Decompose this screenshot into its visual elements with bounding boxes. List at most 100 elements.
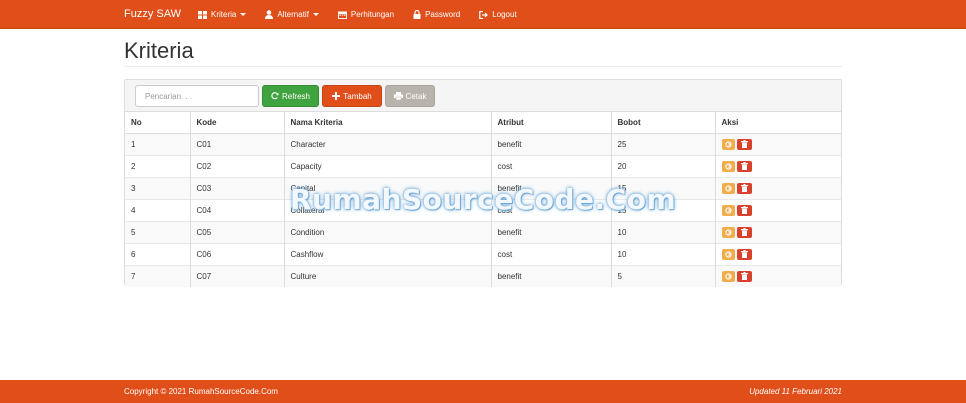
table-row: 6 C06 Cashflow cost 10 — [125, 242, 841, 265]
plus-icon — [332, 92, 341, 100]
trash-icon — [740, 228, 748, 236]
lock-icon — [413, 10, 421, 19]
edit-icon — [724, 273, 732, 280]
edit-icon — [724, 250, 732, 258]
trash-icon — [740, 162, 748, 170]
delete-button[interactable] — [736, 248, 752, 260]
trash-icon — [740, 250, 748, 258]
print-button[interactable]: Cetak — [385, 85, 435, 107]
refresh-button[interactable]: Refresh — [262, 85, 319, 107]
table-cell: benefit — [491, 264, 612, 287]
action-cell — [715, 154, 841, 177]
delete-button[interactable] — [736, 160, 752, 172]
chevron-down-icon — [312, 13, 319, 16]
chevron-down-icon — [240, 13, 247, 16]
refresh-icon — [271, 92, 279, 100]
table-cell: 3 — [125, 176, 191, 199]
nav-item-label: Alternatif — [277, 10, 309, 19]
action-cell — [715, 132, 841, 155]
table-cell: 2 — [125, 154, 191, 177]
brand[interactable]: Fuzzy SAW — [124, 0, 181, 29]
nav-item-label: Logout — [492, 10, 517, 19]
column-header: Kode — [190, 112, 285, 134]
nav-item-kriteria[interactable]: Kriteria — [198, 0, 247, 29]
table-cell: Cashflow — [284, 242, 492, 265]
table-cell: C05 — [190, 220, 285, 243]
table-row: 3 C03 Capital benefit 15 — [125, 176, 841, 199]
title-divider — [124, 66, 842, 67]
nav-item-perhitungan[interactable]: Perhitungan — [337, 0, 395, 29]
edit-icon — [724, 162, 732, 170]
page-title: Kriteria — [124, 38, 194, 63]
table-cell: 10 — [611, 242, 716, 265]
delete-button[interactable] — [736, 204, 752, 216]
edit-button[interactable] — [721, 226, 735, 238]
delete-button[interactable] — [736, 138, 752, 150]
print-icon — [393, 92, 403, 100]
edit-icon — [724, 140, 732, 148]
table-cell: Character — [284, 132, 492, 155]
table-cell: Capacity — [284, 154, 492, 177]
grid-icon — [198, 10, 207, 19]
table-cell: benefit — [491, 132, 612, 155]
action-cell — [715, 176, 841, 199]
user-icon — [265, 10, 274, 19]
table-cell: 15 — [611, 176, 716, 199]
edit-button[interactable] — [721, 160, 735, 172]
column-header: Bobot — [611, 112, 716, 134]
main-nav: Kriteria Alternatif Perhitungan Password — [198, 0, 536, 29]
table-row: 5 C05 Condition benefit 10 — [125, 220, 841, 243]
edit-button[interactable] — [721, 204, 735, 216]
action-cell — [715, 264, 841, 287]
edit-button[interactable] — [721, 138, 735, 150]
criteria-panel: Refresh Tambah Cetak No Kode Nama Kriter… — [124, 79, 842, 287]
edit-icon — [724, 206, 732, 214]
table-cell: 20 — [611, 154, 716, 177]
table-body: 1 C01 Character benefit 25 2 C02 Capacity cost 20… — [125, 132, 841, 287]
action-cell — [715, 220, 841, 243]
edit-button[interactable] — [721, 270, 735, 282]
column-header: Nama Kriteria — [284, 112, 492, 134]
calendar-icon — [337, 11, 347, 19]
table-cell: Collateral — [284, 198, 492, 221]
table-cell: Capital — [284, 176, 492, 199]
delete-button[interactable] — [736, 226, 752, 238]
criteria-table: No Kode Nama Kriteria Atribut Bobot Aksi… — [125, 112, 841, 287]
trash-icon — [740, 272, 748, 281]
add-button[interactable]: Tambah — [322, 85, 382, 107]
refresh-label: Refresh — [281, 91, 310, 101]
table-cell: Culture — [284, 264, 492, 287]
nav-item-alternatif[interactable]: Alternatif — [265, 0, 319, 29]
table-cell: 4 — [125, 198, 191, 221]
table-row: 4 C04 Collateral cost 15 — [125, 198, 841, 221]
copyright-text: Copyright © 2021 RumahSourceCode.Com — [124, 387, 278, 396]
table-cell: C03 — [190, 176, 285, 199]
column-header: No — [125, 112, 191, 134]
action-cell — [715, 242, 841, 265]
table-cell: 10 — [611, 220, 716, 243]
table-cell: C07 — [190, 264, 285, 287]
table-cell: 5 — [125, 220, 191, 243]
table-cell: Condition — [284, 220, 492, 243]
edit-button[interactable] — [721, 248, 735, 260]
print-label: Cetak — [405, 91, 427, 101]
table-cell: 25 — [611, 132, 716, 155]
table-cell: C04 — [190, 198, 285, 221]
search-input[interactable] — [135, 85, 259, 107]
table-cell: cost — [491, 154, 612, 177]
trash-icon — [740, 184, 748, 192]
table-header-row: No Kode Nama Kriteria Atribut Bobot Aksi — [125, 112, 841, 134]
table-cell: cost — [491, 242, 612, 265]
delete-button[interactable] — [736, 270, 752, 282]
edit-icon — [724, 184, 732, 192]
nav-item-logout[interactable]: Logout — [479, 0, 517, 29]
nav-item-label: Kriteria — [211, 10, 237, 19]
edit-button[interactable] — [721, 182, 735, 194]
table-cell: C01 — [190, 132, 285, 155]
table-cell: benefit — [491, 176, 612, 199]
nav-item-label: Password — [425, 10, 461, 19]
nav-item-password[interactable]: Password — [413, 0, 460, 29]
delete-button[interactable] — [736, 182, 752, 194]
table-row: 1 C01 Character benefit 25 — [125, 132, 841, 155]
nav-item-label: Perhitungan — [350, 10, 395, 19]
